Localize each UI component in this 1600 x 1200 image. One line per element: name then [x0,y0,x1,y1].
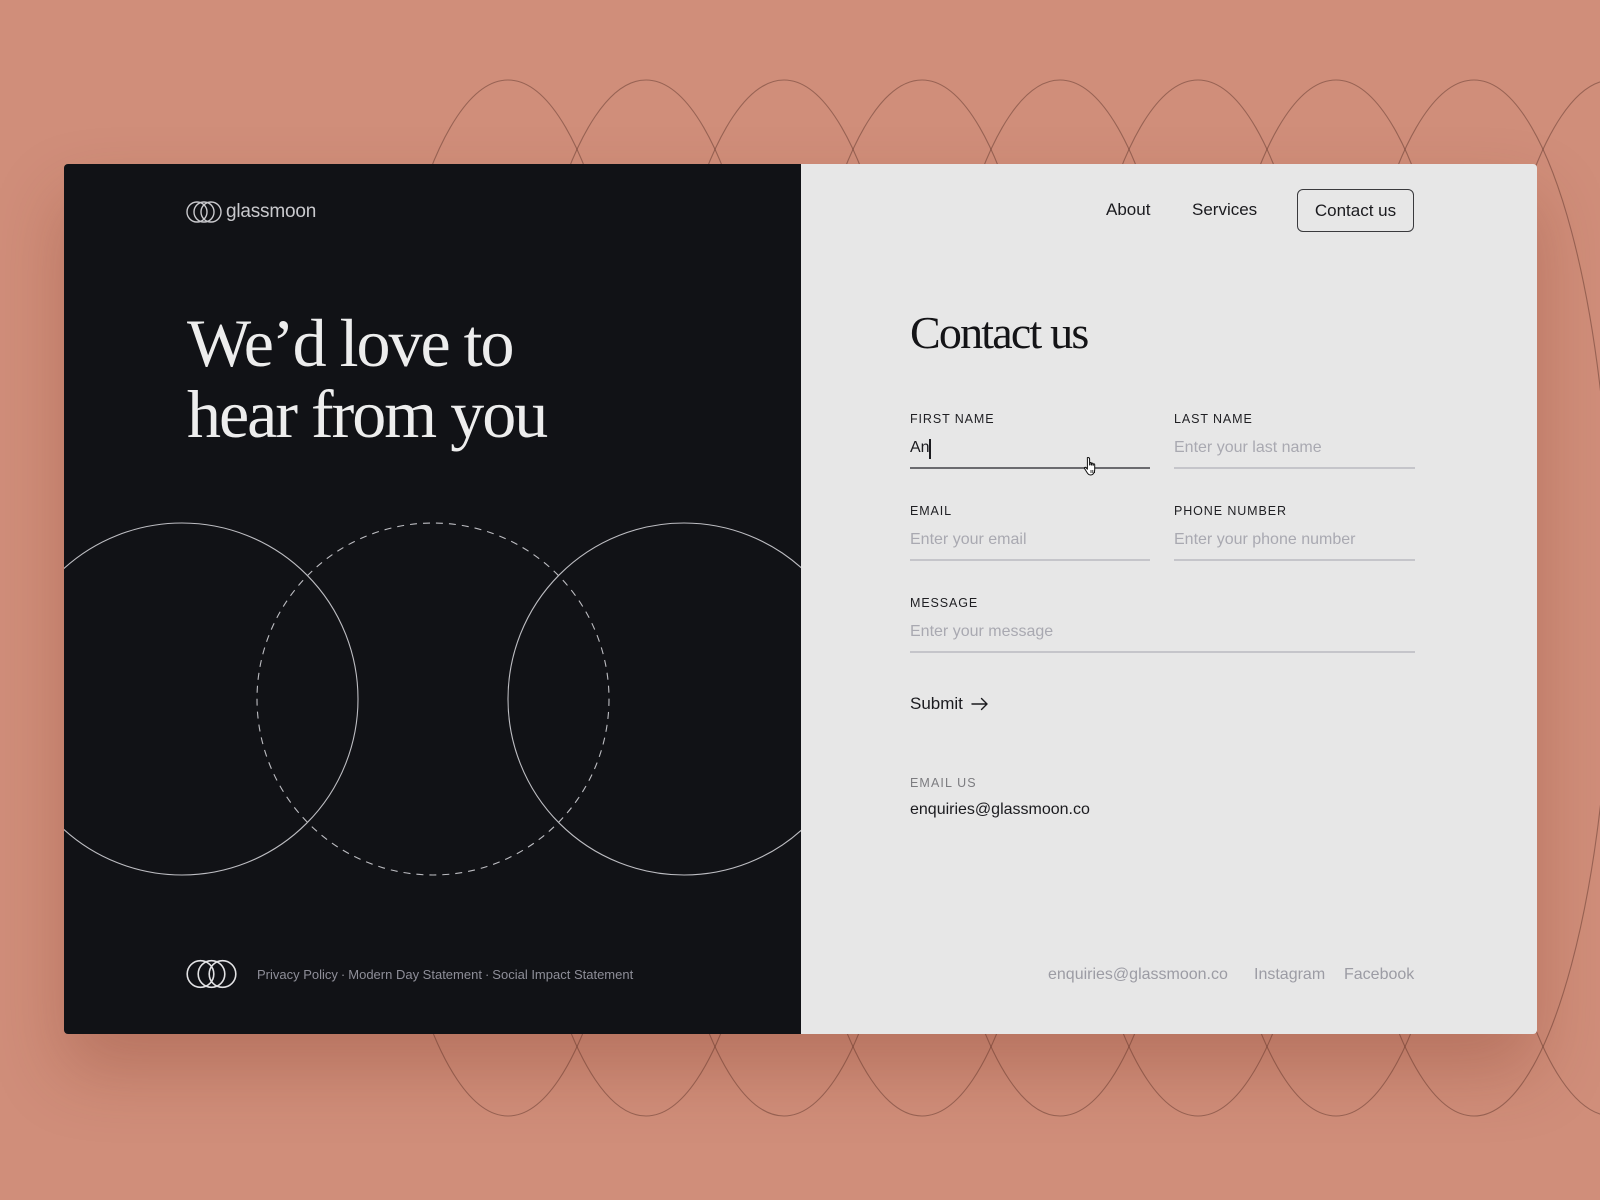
privacy-policy-link[interactable]: Privacy Policy [257,967,338,982]
first-name-label: FIRST NAME [910,412,995,426]
phone-number-field: PHONE NUMBER [1174,503,1415,561]
three-rings-footer-logo-icon [186,959,237,989]
last-name-input[interactable] [1174,437,1415,469]
separator: · [340,967,346,982]
outline-circle-right [507,522,801,876]
footer-email-link[interactable]: enquiries@glassmoon.co [1048,964,1228,986]
first-name-input[interactable] [910,437,1150,469]
email-label: EMAIL [910,504,953,518]
message-field: MESSAGE [910,595,1415,653]
last-name-label: LAST NAME [1174,412,1253,426]
hand-pointer-cursor-icon [1083,457,1096,476]
dashed-circle-middle [256,522,610,876]
email-us-label: EMAIL US [910,776,977,790]
submit-button[interactable]: Submit [910,693,989,715]
outline-circle-left [64,522,359,876]
contact-card: glassmoon We’d love to hear from you Pri… [64,164,1537,1034]
email-field: EMAIL [910,503,1150,561]
legal-links: Privacy Policy · Modern Day Statement · Soci… [257,967,633,983]
decorative-circles [64,522,801,876]
arrow-right-icon [971,697,988,711]
hero-panel: glassmoon We’d love to hear from you Pri… [64,164,801,1034]
nav-about-link[interactable]: About [1106,198,1150,222]
nav-contact-us-button[interactable]: Contact us [1297,189,1414,232]
message-label: MESSAGE [910,596,979,610]
separator: · [484,967,490,982]
hero-heading-line-2: hear from you [187,376,548,452]
submit-label: Submit [910,694,963,713]
footer-facebook-link[interactable]: Facebook [1344,964,1414,986]
email-input[interactable] [910,529,1150,561]
three-rings-logo-icon[interactable] [186,201,222,223]
hero-heading: We’d love to hear from you [187,305,548,452]
first-name-field: FIRST NAME [910,411,1150,469]
footer-instagram-link[interactable]: Instagram [1254,964,1325,986]
form-title: Contact us [910,307,1089,358]
text-caret [929,439,931,459]
brand-name[interactable]: glassmoon [226,200,316,224]
nav-services-link[interactable]: Services [1192,198,1257,222]
phone-number-label: PHONE NUMBER [1174,504,1287,518]
contact-email-link[interactable]: enquiries@glassmoon.co [910,799,1090,821]
message-input[interactable] [910,621,1415,653]
last-name-field: LAST NAME [1174,411,1415,469]
form-panel: About Services Contact us Contact us FIR… [801,164,1537,1034]
hero-heading-line-1: We’d love to [187,305,515,381]
modern-day-statement-link[interactable]: Modern Day Statement [348,967,482,982]
phone-number-input[interactable] [1174,529,1415,561]
social-impact-statement-link[interactable]: Social Impact Statement [492,967,633,982]
